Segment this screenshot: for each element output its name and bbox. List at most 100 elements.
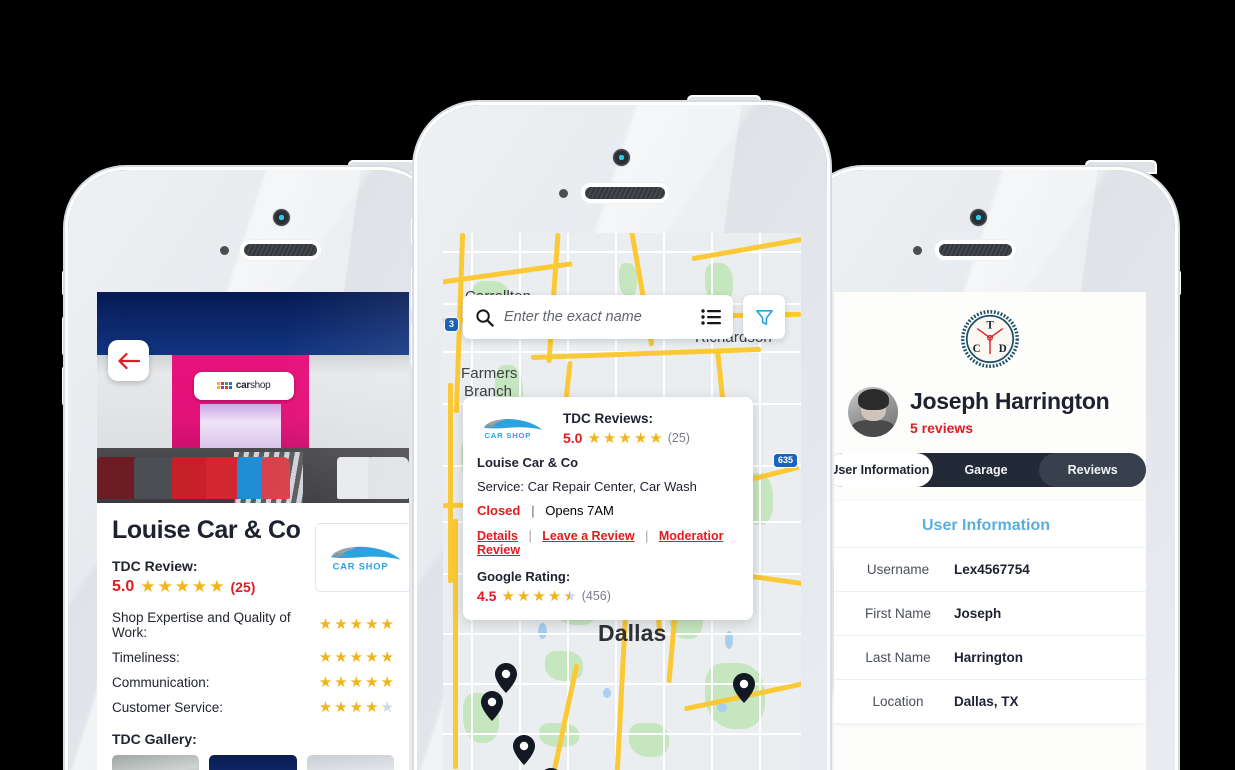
- map-pin-marker[interactable]: [733, 673, 755, 703]
- earpiece-speaker: [939, 244, 1012, 256]
- arrow-left-icon: [118, 353, 140, 369]
- star-icon: ★: [319, 650, 332, 665]
- status-hours: Opens 7AM: [545, 503, 614, 518]
- google-rating-label: Google Rating:: [477, 569, 739, 584]
- metric-stars: ★★★★★: [319, 617, 394, 632]
- leave-a-review-link[interactable]: Leave a Review: [542, 529, 634, 543]
- info-card-logo: CAR SHOP: [477, 411, 551, 446]
- tab-user-information[interactable]: User Information: [834, 453, 933, 487]
- back-button[interactable]: [108, 340, 149, 381]
- shop-hero-image: carshop: [97, 292, 409, 503]
- info-row-value: Lex4567754: [954, 562, 1030, 577]
- svg-text:D: D: [999, 343, 1007, 355]
- search-bar[interactable]: Enter the exact name: [463, 295, 733, 339]
- star-icon: ★: [319, 700, 332, 715]
- info-row-key: Location: [842, 694, 954, 709]
- map-label: Farmers: [461, 365, 518, 382]
- map-label: Dallas: [598, 620, 666, 647]
- metric-row: Customer Service: ★★★★★: [112, 700, 394, 715]
- star-icon: ★: [350, 675, 363, 690]
- phone-body: T C D Joseph Harrington 5 reviews: [805, 170, 1175, 770]
- star-icon: ★: [501, 589, 514, 604]
- metric-stars: ★★★★★: [319, 700, 394, 715]
- tab-garage[interactable]: Garage: [933, 453, 1040, 487]
- info-row: Username Lex4567754: [834, 547, 1146, 591]
- star-icon: ★: [381, 617, 394, 632]
- star-icon: ★: [158, 578, 173, 595]
- location-pin-icon: [481, 691, 503, 721]
- carshop-logo-icon: CAR SHOP: [323, 542, 409, 573]
- filter-button[interactable]: [743, 295, 785, 339]
- tdc-reviews-rating: 5.0 ★★★★★ (25): [563, 430, 739, 446]
- proximity-sensor-icon: [559, 189, 568, 198]
- star-icon: ★: [175, 578, 190, 595]
- star-icon: ★: [334, 700, 347, 715]
- details-link[interactable]: Details: [477, 529, 518, 543]
- metric-row: Communication: ★★★★★: [112, 675, 394, 690]
- star-icon: ★: [334, 650, 347, 665]
- phone-body: carshop: [68, 170, 438, 770]
- star-icon: ★: [517, 589, 530, 604]
- star-icon: ★: [365, 700, 378, 715]
- star-icon: ★: [532, 589, 545, 604]
- carshop-logo-icon: CAR SHOP: [477, 415, 551, 441]
- location-pin-icon: [733, 673, 755, 703]
- metric-stars: ★★★★★: [319, 650, 394, 665]
- profile-name: Joseph Harrington: [910, 388, 1109, 415]
- status-closed: Closed: [477, 503, 520, 518]
- filter-funnel-icon: [755, 308, 774, 327]
- star-icon: ★: [587, 431, 600, 446]
- proximity-sensor-icon: [220, 246, 229, 255]
- star-icon: ★: [365, 650, 378, 665]
- front-camera-icon: [273, 209, 290, 226]
- info-card-links: Details | Leave a Review | Moderatior Re…: [477, 529, 739, 557]
- info-card-status: Closed | Opens 7AM: [477, 503, 739, 518]
- front-camera-icon: [970, 209, 987, 226]
- map-pin-marker[interactable]: [495, 663, 517, 693]
- highway-shield: 635: [774, 454, 797, 467]
- metric-label: Communication:: [112, 675, 210, 690]
- star-half-icon: ★: [563, 589, 576, 604]
- profile-identity: Joseph Harrington 5 reviews: [834, 387, 1146, 437]
- svg-text:CAR SHOP: CAR SHOP: [333, 561, 389, 571]
- star-icon: ★: [319, 675, 332, 690]
- gallery-thumb[interactable]: [112, 755, 199, 770]
- google-rating-value: 4.5: [477, 588, 496, 604]
- middle-screen: CarrolltonFarmersBranchRichardsonDallas …: [443, 233, 801, 770]
- star-icon: ★: [618, 431, 631, 446]
- profile-header: T C D Joseph Harrington 5 reviews: [834, 292, 1146, 723]
- star-icon: ★: [192, 578, 207, 595]
- svg-text:CAR SHOP: CAR SHOP: [484, 431, 531, 440]
- metric-label: Shop Expertise and Quality of Work:: [112, 610, 319, 640]
- tdc-badge-icon: T C D: [961, 310, 1019, 368]
- map-pin-marker[interactable]: [481, 691, 503, 721]
- profile-review-count[interactable]: 5 reviews: [910, 420, 1109, 436]
- background: carshop: [0, 0, 1235, 760]
- info-row-key: Last Name: [842, 650, 954, 665]
- tab-reviews[interactable]: Reviews: [1039, 453, 1146, 487]
- star-icon: ★: [334, 675, 347, 690]
- gallery-thumb[interactable]: [307, 755, 394, 770]
- front-camera-icon: [613, 149, 630, 166]
- tdc-rating-value: 5.0: [563, 430, 582, 446]
- earpiece-speaker: [244, 244, 317, 256]
- proximity-sensor-icon: [913, 246, 922, 255]
- link-separator: |: [645, 529, 648, 543]
- search-input[interactable]: Enter the exact name: [504, 309, 701, 325]
- star-empty-icon: ★: [381, 700, 394, 715]
- map-pin-marker[interactable]: [513, 735, 535, 765]
- info-row: Location Dallas, TX: [834, 679, 1146, 723]
- status-separator: |: [531, 503, 535, 518]
- shop-details: CAR SHOP Louise Car & Co TDC Review: 5.0…: [97, 503, 409, 770]
- svg-text:C: C: [973, 343, 981, 355]
- info-card-service: Service: Car Repair Center, Car Wash: [477, 479, 739, 494]
- list-view-icon[interactable]: [701, 309, 721, 325]
- star-icon: ★: [548, 589, 561, 604]
- search-icon: [475, 308, 494, 327]
- info-row-value: Dallas, TX: [954, 694, 1019, 709]
- info-row-value: Joseph: [954, 606, 1001, 621]
- gallery-thumb[interactable]: [209, 755, 296, 770]
- link-separator: |: [528, 529, 531, 543]
- info-row: First Name Joseph: [834, 591, 1146, 635]
- gallery-thumbnails: [112, 755, 394, 770]
